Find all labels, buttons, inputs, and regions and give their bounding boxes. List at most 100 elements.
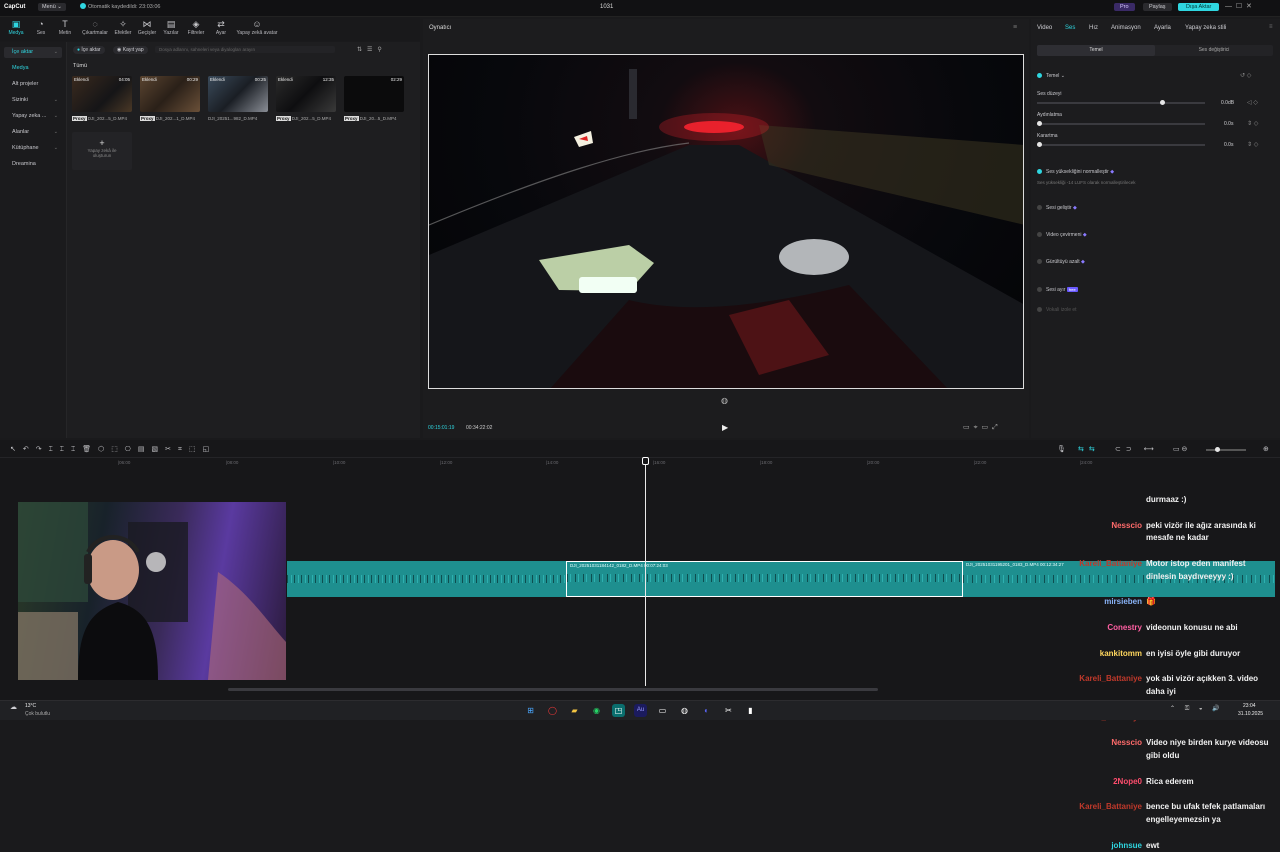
tab-adjust[interactable]: Ayarla: [1154, 25, 1171, 31]
chat-app-icon[interactable]: ▭: [656, 704, 669, 717]
volume-value[interactable]: 0.0dB: [1221, 100, 1234, 106]
video-preview[interactable]: [428, 54, 1024, 389]
zoom-slider[interactable]: [1206, 449, 1246, 451]
fadein-knob[interactable]: [1037, 121, 1042, 126]
playhead-handle[interactable]: [642, 457, 649, 465]
tool-effects[interactable]: ✧ Efektler: [110, 19, 136, 36]
media-clip-thumb[interactable]: Eklendi 00:29: [140, 76, 200, 112]
windows-start-icon[interactable]: ⊞: [524, 704, 537, 717]
mic-icon[interactable]: 🎙: [1057, 445, 1071, 453]
tab-animation[interactable]: Animasyon: [1111, 25, 1141, 31]
folder-icon[interactable]: ▰: [568, 704, 581, 717]
discord-icon[interactable]: ◐: [700, 704, 713, 717]
tool-audio[interactable]: ◔ Ses: [28, 19, 54, 36]
all-filter-label[interactable]: Tümü: [73, 63, 87, 69]
weather-desc[interactable]: Çok bulutlu: [25, 711, 50, 717]
tab-ai-style[interactable]: Yapay zeka stili: [1185, 25, 1226, 31]
fadeout-slider[interactable]: [1037, 144, 1205, 146]
whatsapp-icon[interactable]: ◉: [590, 704, 603, 717]
sidebar-item-spaces[interactable]: Alanlar ⌄: [4, 127, 62, 138]
volume-slider[interactable]: [1037, 102, 1205, 104]
sidebar-item-media[interactable]: Medya: [4, 63, 62, 74]
keyframe-icon[interactable]: ◁ ◇: [1247, 99, 1258, 106]
denoise-option[interactable]: Gürültüyü azalt ◆: [1037, 259, 1085, 265]
subtab-voice-changer[interactable]: Ses değiştirici: [1155, 45, 1273, 56]
media-clip-thumb[interactable]: 02:29: [344, 76, 404, 112]
menu-icon[interactable]: ≡: [1013, 24, 1017, 31]
snap-tools[interactable]: ⊂⊃ ⟷: [1115, 445, 1159, 453]
toggle-icon[interactable]: [1037, 73, 1042, 79]
media-clip-thumb[interactable]: Eklendi 04:05: [72, 76, 132, 112]
play-icon[interactable]: ▶: [722, 423, 728, 432]
tab-speed[interactable]: Hız: [1089, 25, 1098, 31]
tool-transitions[interactable]: ⋈ Geçişler: [134, 19, 160, 36]
share-button[interactable]: Paylaş: [1143, 3, 1172, 11]
clock-date[interactable]: 31.10.2025: [1238, 711, 1263, 717]
checkbox-icon[interactable]: [1037, 287, 1042, 293]
sidebar-item-dreamina[interactable]: Dreamina: [4, 159, 62, 170]
tool-filters[interactable]: ◈ Filtreler: [183, 19, 209, 36]
tab-audio[interactable]: Ses: [1065, 25, 1075, 31]
media-clip-thumb[interactable]: Eklendi 12:35: [276, 76, 336, 112]
stepper-icon[interactable]: ⇕ ◇: [1247, 120, 1258, 127]
tool-text[interactable]: T Metin: [52, 19, 78, 36]
camera-icon[interactable]: ◍: [721, 396, 728, 405]
export-button[interactable]: Dışa Aktar: [1178, 3, 1220, 11]
pro-button[interactable]: Pro: [1114, 3, 1135, 11]
zoom-out-icon[interactable]: ▭ ⊖: [1173, 445, 1187, 453]
tool-ai-avatar[interactable]: ☺ Yapay zekâ avatar: [233, 19, 281, 36]
obs-icon[interactable]: ◍: [678, 704, 691, 717]
audition-icon[interactable]: Au: [634, 704, 647, 717]
translator-option[interactable]: Video çevirmeni ◆: [1037, 232, 1087, 238]
app-icon[interactable]: ◳: [612, 704, 625, 717]
fadein-slider[interactable]: [1037, 123, 1205, 125]
window-controls[interactable]: — ☐ ✕: [1225, 2, 1252, 10]
checkbox-icon[interactable]: [1037, 259, 1042, 265]
enhance-option[interactable]: Sesi geliştir ◆: [1037, 205, 1077, 211]
section-basic[interactable]: Temel ⌄: [1037, 73, 1065, 79]
sort-icon[interactable]: ⇅ ☰ ⚲: [357, 46, 382, 53]
tray-icons[interactable]: ⌃ ⚿ ◒ 🔊: [1170, 705, 1224, 713]
opera-icon[interactable]: ◯: [546, 704, 559, 717]
clock-time[interactable]: 23:04: [1243, 703, 1256, 709]
fadeout-value[interactable]: 0.0s: [1224, 142, 1233, 148]
search-input[interactable]: Dosya adlarını, sahneleri veya diyalogla…: [155, 46, 335, 53]
edit-tools[interactable]: ↖↶↷⌶⌶⌶🗑⬡⬚⎔▤▧✂⌗⬚◱: [10, 445, 216, 454]
sidebar-item-library[interactable]: Kütüphane ⌄: [4, 143, 62, 154]
checkbox-icon[interactable]: [1037, 169, 1042, 175]
player-view-controls[interactable]: ▭⌖▭⤢: [963, 423, 1002, 432]
record-button[interactable]: ◉ Kayıt yap: [113, 46, 148, 54]
audio-meter-icon[interactable]: ▮: [744, 704, 757, 717]
sidebar-item-yours[interactable]: Sizinki ⌄: [4, 95, 62, 106]
tool-adjust[interactable]: ⇄ Ayar: [208, 19, 234, 36]
zoom-in-icon[interactable]: ⊕: [1263, 445, 1269, 453]
separate-option[interactable]: Sesi ayır free: [1037, 287, 1078, 293]
timeline-scrollbar[interactable]: [228, 688, 878, 691]
sidebar-item-import[interactable]: İçe aktar ⌄: [4, 47, 62, 58]
tab-video[interactable]: Video: [1037, 25, 1052, 31]
sidebar-item-ai[interactable]: Yapay zeka ... ⌄: [4, 111, 62, 122]
subtab-basic[interactable]: Temel: [1037, 45, 1155, 56]
volume-knob[interactable]: [1160, 100, 1165, 105]
tool-captions[interactable]: ▤ Yazılar: [158, 19, 184, 36]
fadein-value[interactable]: 0.0s: [1224, 121, 1233, 127]
tool-stickers[interactable]: ◌ Çıkartmalar: [80, 19, 110, 36]
capcut-icon[interactable]: ✂: [722, 704, 735, 717]
reset-icon[interactable]: ↺ ◇: [1240, 72, 1251, 79]
fadeout-knob[interactable]: [1037, 142, 1042, 147]
stepper-icon[interactable]: ⇕ ◇: [1247, 141, 1258, 148]
ai-create-tile[interactable]: + Yapay zekâ ile oluşturun: [72, 132, 132, 170]
weather-temp[interactable]: 13°C: [25, 703, 36, 709]
normalize-option[interactable]: Ses yüksekliğini normalleştir ◆: [1037, 169, 1114, 175]
checkbox-icon[interactable]: [1037, 232, 1042, 238]
link-tools[interactable]: ⇆⇆: [1078, 445, 1100, 453]
playhead[interactable]: [645, 458, 646, 686]
media-clip-thumb[interactable]: Eklendi 00:25: [208, 76, 268, 112]
sidebar-item-subprojects[interactable]: Alt projeler: [4, 79, 62, 90]
import-button[interactable]: ● İçe aktar: [73, 46, 105, 54]
checkbox-icon[interactable]: [1037, 205, 1042, 211]
audio-clip-selected[interactable]: DJI_20251031184142_0182_D.MP4 00:07:24:0…: [566, 561, 963, 597]
menu-button[interactable]: Menü ⌄: [38, 3, 66, 11]
audio-track-segment[interactable]: [287, 561, 566, 597]
zoom-knob[interactable]: [1215, 447, 1220, 452]
